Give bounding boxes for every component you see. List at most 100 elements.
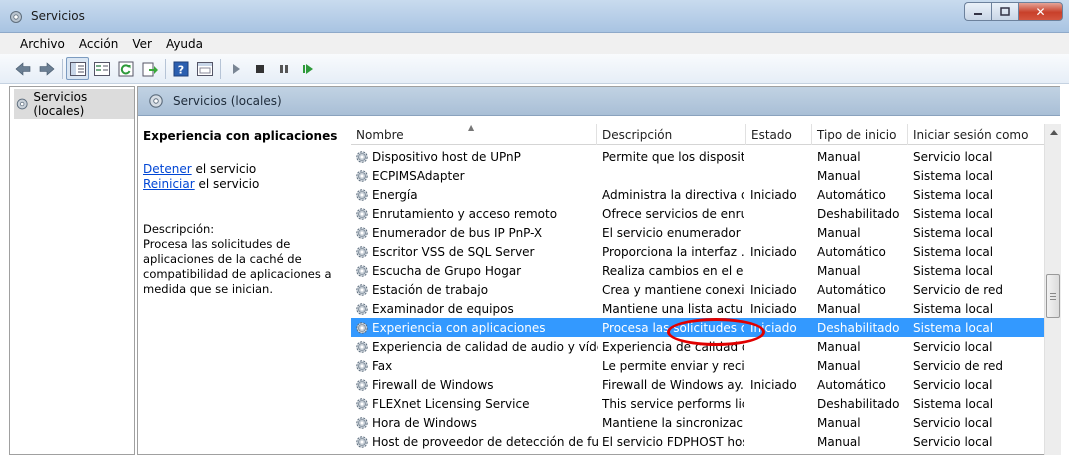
- service-name: Examinador de equipos: [372, 301, 514, 316]
- cell-status: Iniciado: [750, 283, 797, 297]
- table-row[interactable]: FLEXnet Licensing Service This service pe…: [351, 394, 1044, 413]
- service-gear-icon: [356, 416, 368, 429]
- menu-archivo[interactable]: Archivo: [13, 37, 72, 51]
- services-gear-icon: [149, 94, 163, 108]
- menu-ver[interactable]: Ver: [125, 37, 159, 51]
- cell-logon-as: Sistema local: [913, 226, 994, 240]
- cell-name: Escucha de Grupo Hogar: [354, 261, 598, 280]
- column-header-descripcion[interactable]: Descripción: [597, 124, 746, 145]
- column-header-estado[interactable]: Estado: [746, 124, 812, 145]
- stop-service-link[interactable]: Detener: [143, 162, 192, 176]
- service-gear-icon: [356, 302, 368, 315]
- forward-button[interactable]: [35, 57, 58, 80]
- cell-name: Examinador de equipos: [354, 299, 598, 318]
- cell-description: Realiza cambios en el eq...: [602, 264, 744, 278]
- cell-description: Proporciona la interfaz ...: [602, 245, 744, 259]
- service-name: Experiencia de calidad de audio y vídeo …: [372, 339, 598, 354]
- pause-service-button[interactable]: [272, 57, 295, 80]
- cell-startup-type: Manual: [817, 302, 861, 316]
- cell-description: Firewall de Windows ay...: [602, 378, 744, 392]
- cell-startup-type: Manual: [817, 169, 861, 183]
- table-row[interactable]: Escucha de Grupo Hogar Realiza cambios en…: [351, 261, 1044, 280]
- table-row[interactable]: Firewall de Windows Firewall de Windows a…: [351, 375, 1044, 394]
- stop-link-suffix: el servicio: [191, 162, 257, 176]
- table-row[interactable]: Fax Le permite enviar y reci... Manual Serv…: [351, 356, 1044, 375]
- table-row[interactable]: Escritor VSS de SQL Server Proporciona la…: [351, 242, 1044, 261]
- back-button[interactable]: [11, 57, 34, 80]
- table-row[interactable]: Examinador de equipos Mantiene una lista …: [351, 299, 1044, 318]
- cell-name: Enumerador de bus IP PnP-X: [354, 223, 598, 242]
- table-row[interactable]: Host de proveedor de detección de func..…: [351, 432, 1044, 451]
- window-title: Servicios: [31, 9, 85, 23]
- cell-startup-type: Manual: [817, 340, 861, 354]
- table-row[interactable]: Estación de trabajo Crea y mantiene conex…: [351, 280, 1044, 299]
- cell-logon-as: Servicio local: [913, 378, 993, 392]
- cell-description: Permite que los disposit...: [602, 150, 744, 164]
- export-button[interactable]: [138, 57, 161, 80]
- column-label: Iniciar sesión como: [913, 128, 1029, 142]
- scroll-thumb[interactable]: [1046, 274, 1060, 318]
- cell-status: [750, 394, 812, 413]
- cell-logon-as: Servicio de red: [913, 359, 1003, 373]
- service-name: Host de proveedor de detección de func..…: [372, 434, 598, 449]
- table-row[interactable]: Dispositivo host de UPnP Permite que los …: [351, 147, 1044, 166]
- toolbar: ?: [0, 54, 1069, 84]
- cell-startup-type: Manual: [817, 416, 861, 430]
- cell-name: Fax: [354, 356, 598, 375]
- service-name: ECPIMSAdapter: [372, 168, 465, 183]
- properties-button[interactable]: [90, 57, 113, 80]
- cell-logon-as: Servicio local: [913, 435, 993, 449]
- cell-status: [750, 432, 812, 451]
- highlight-ellipse: [667, 318, 765, 346]
- cell-logon-as: Sistema local: [913, 302, 994, 316]
- description-text: Procesa las solicitudes de aplicaciones …: [143, 237, 332, 296]
- service-name: Fax: [372, 358, 393, 373]
- close-button[interactable]: ✕: [1018, 2, 1063, 21]
- resume-service-button[interactable]: [296, 57, 319, 80]
- cell-description: [602, 166, 744, 185]
- start-service-icon: [232, 63, 240, 74]
- start-service-button[interactable]: [224, 57, 247, 80]
- menu-bar: Archivo Acción Ver Ayuda: [0, 33, 1069, 54]
- scroll-up-button[interactable]: [1045, 124, 1062, 141]
- forward-icon: [39, 61, 54, 76]
- minimize-button[interactable]: [964, 2, 991, 21]
- cell-description: Administra la directiva d...: [602, 188, 744, 202]
- column-header-tipo-inicio[interactable]: Tipo de inicio: [812, 124, 908, 145]
- table-row[interactable]: Hora de Windows Mantiene la sincronizaci.…: [351, 413, 1044, 432]
- service-gear-icon: [356, 359, 368, 372]
- cell-logon-as: Sistema local: [913, 188, 994, 202]
- help-button[interactable]: ?: [169, 57, 192, 80]
- restart-link-suffix: el servicio: [194, 177, 260, 191]
- menu-ayuda[interactable]: Ayuda: [159, 37, 210, 51]
- view-button[interactable]: [193, 57, 216, 80]
- cell-name: Host de proveedor de detección de func..…: [354, 432, 598, 451]
- services-pane: Servicios (locales) Experiencia con apli…: [137, 86, 1061, 455]
- title-bar: Servicios ✕: [0, 0, 1069, 33]
- service-name: Experiencia con aplicaciones: [372, 320, 546, 335]
- export-icon: [142, 62, 158, 76]
- cell-startup-type: Automático: [817, 378, 886, 392]
- chevron-up-icon: [1049, 130, 1058, 135]
- stop-service-button[interactable]: [248, 57, 271, 80]
- menu-accion[interactable]: Acción: [72, 37, 125, 51]
- table-row[interactable]: Enumerador de bus IP PnP-X El servicio en…: [351, 223, 1044, 242]
- service-name: Estación de trabajo: [372, 282, 489, 297]
- table-row[interactable]: ECPIMSAdapter Manual Sistema local: [351, 166, 1044, 185]
- maximize-button[interactable]: [991, 2, 1018, 21]
- cell-name: Hora de Windows: [354, 413, 598, 432]
- view-icon: [196, 61, 213, 76]
- vertical-scrollbar[interactable]: [1044, 124, 1061, 455]
- cell-startup-type: Deshabilitado: [817, 321, 900, 335]
- console-tree-button[interactable]: [66, 57, 89, 80]
- tree-item-services-local[interactable]: Servicios (locales): [14, 89, 134, 119]
- cell-status: Iniciado: [750, 378, 797, 392]
- column-header-iniciar-sesion[interactable]: Iniciar sesión como: [908, 124, 1044, 145]
- restart-service-link[interactable]: Reiniciar: [143, 177, 195, 191]
- refresh-button[interactable]: [114, 57, 137, 80]
- cell-logon-as: Sistema local: [913, 321, 994, 335]
- table-row[interactable]: Enrutamiento y acceso remoto Ofrece servi…: [351, 204, 1044, 223]
- table-row[interactable]: Energía Administra la directiva d... Inici…: [351, 185, 1044, 204]
- cell-startup-type: Manual: [817, 359, 861, 373]
- cell-status: [750, 337, 812, 356]
